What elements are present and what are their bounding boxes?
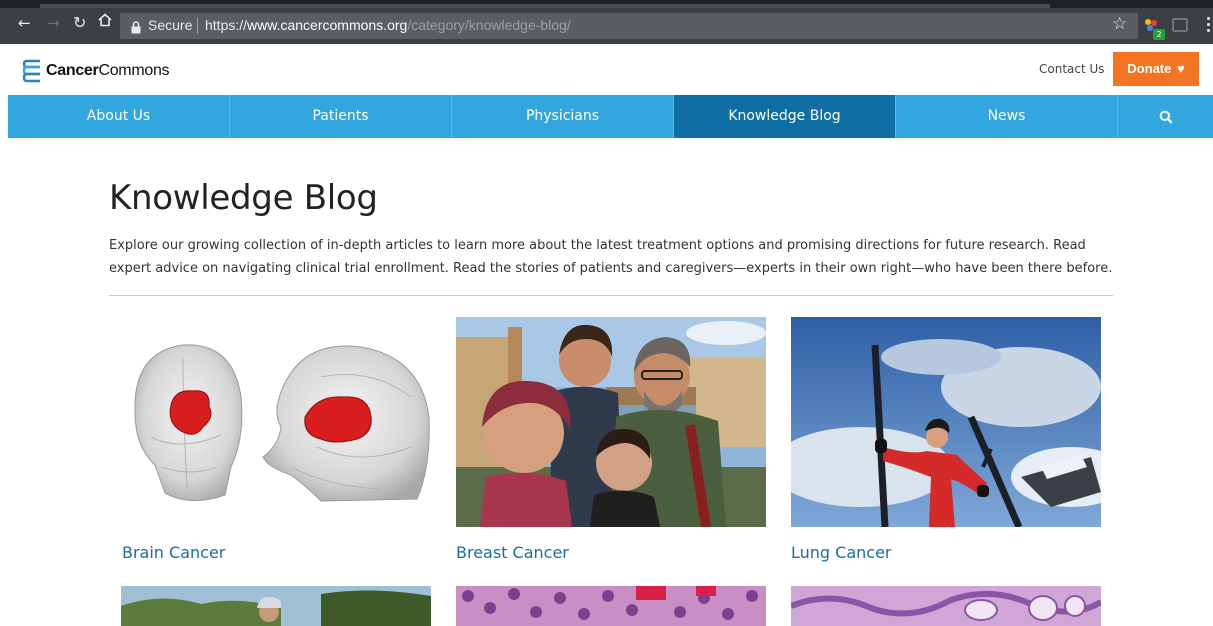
site-logo[interactable]: CancerCommons	[22, 57, 170, 85]
logo-text-rest: Commons	[98, 62, 170, 79]
logo-text: CancerCommons	[46, 62, 170, 80]
tab-strip	[0, 0, 1213, 8]
lung-cancer-image[interactable]	[791, 317, 1101, 527]
search-button[interactable]	[1118, 95, 1213, 138]
card-title-lung-cancer[interactable]: Lung Cancer	[791, 543, 892, 562]
forward-arrow-icon[interactable]: →	[47, 15, 60, 31]
contact-us-link[interactable]: Contact Us	[1039, 62, 1105, 76]
donate-button[interactable]: Donate ♥	[1113, 52, 1199, 86]
nav-item-news[interactable]: News	[896, 95, 1118, 138]
donate-label: Donate	[1127, 61, 1172, 76]
browser-menu-icon[interactable]	[1207, 17, 1211, 33]
url-path: /category/knowledge-blog/	[407, 17, 571, 33]
card-title-brain-cancer[interactable]: Brain Cancer	[122, 543, 225, 562]
main-nav: About Us Patients Physicians Knowledge B…	[8, 95, 1213, 138]
tab-strip-highlight	[40, 4, 1050, 8]
nav-item-knowledge-blog[interactable]: Knowledge Blog	[674, 95, 896, 138]
card-image-tissue-purple[interactable]	[791, 586, 1101, 626]
breast-cancer-image[interactable]	[456, 317, 766, 527]
home-icon-glyph	[98, 13, 112, 27]
logo-text-bold: Cancer	[46, 62, 99, 79]
page-intro: Explore our growing collection of in-dep…	[109, 238, 1113, 276]
card-image-tissue-pink[interactable]	[456, 586, 766, 626]
card-title-breast-cancer[interactable]: Breast Cancer	[456, 543, 569, 562]
nav-item-about-us[interactable]: About Us	[8, 95, 230, 138]
url-text[interactable]: https://www.cancercommons.org/category/k…	[205, 17, 571, 33]
url-scheme: https://	[205, 17, 248, 33]
back-arrow-icon[interactable]: ←	[18, 15, 31, 31]
nav-item-patients[interactable]: Patients	[230, 95, 452, 138]
card-image-outdoor[interactable]	[121, 586, 431, 626]
reload-icon[interactable]: ↻	[73, 15, 86, 31]
cast-icon[interactable]	[1172, 18, 1188, 32]
secure-label: Secure	[148, 17, 193, 33]
address-separator	[197, 17, 198, 34]
url-host: www.cancercommons.org	[247, 17, 408, 33]
nav-item-physicians[interactable]: Physicians	[452, 95, 674, 138]
home-icon[interactable]	[98, 13, 112, 30]
bookmark-star-icon[interactable]: ☆	[1112, 14, 1127, 34]
lock-icon	[131, 19, 141, 34]
logo-mark-icon	[22, 59, 40, 83]
extension-badge: 2	[1153, 29, 1165, 40]
page-title: Knowledge Blog	[109, 178, 378, 218]
section-divider	[109, 295, 1113, 296]
search-icon	[1159, 110, 1173, 124]
brain-cancer-image[interactable]	[121, 317, 431, 527]
heart-icon: ♥	[1176, 61, 1185, 76]
site-header	[0, 44, 1213, 95]
